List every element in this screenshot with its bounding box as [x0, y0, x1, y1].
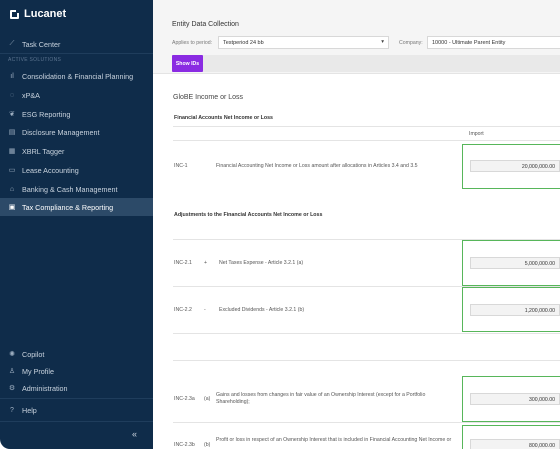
row-description: Net Taxes Expense - Article 3.2.1 (a): [219, 260, 304, 266]
row-description: Gains and losses from changes in fair va…: [216, 392, 426, 405]
sidebar-item-disclosure[interactable]: ▤ Disclosure Management: [0, 123, 153, 141]
amount-input[interactable]: 1,200,000.00: [470, 304, 560, 316]
bar-chart-icon: ıl: [10, 72, 14, 80]
circle-icon: ◌: [9, 91, 15, 99]
sidebar-item-label: My Profile: [22, 366, 54, 376]
sidebar-divider: [0, 53, 153, 54]
section-title: GloBE Income or Loss: [173, 94, 244, 101]
row-code: INC-2.3a: [174, 396, 195, 402]
sidebar-item-xbrl[interactable]: ▦ XBRL Tagger: [0, 142, 153, 160]
divider: [173, 140, 560, 141]
show-ids-button[interactable]: Show IDs: [172, 55, 203, 72]
divider: [173, 422, 560, 423]
row-description: Profit or loss in respect of an Ownershi…: [216, 437, 452, 443]
collapse-sidebar-button[interactable]: «: [132, 429, 137, 439]
document-icon: ▤: [8, 129, 16, 136]
sidebar-item-label: ESG Reporting: [22, 109, 71, 119]
grid-icon: ▦: [8, 148, 16, 155]
lucanet-logo-icon: [10, 9, 19, 19]
company-select[interactable]: 10000 - Ultimate Parent Entity: [427, 36, 560, 49]
tax-icon: ▣: [8, 204, 16, 211]
divider: [173, 360, 560, 361]
filter-header: Entity Data Collection Applies to period…: [153, 0, 560, 74]
row-code: INC-1: [174, 163, 188, 169]
sidebar-item-label: XBRL Tagger: [22, 146, 65, 156]
amount-input[interactable]: 5,000,000.00: [470, 257, 560, 269]
divider: [173, 126, 560, 127]
app-name: Lucanet: [24, 8, 67, 20]
user-icon: ♙: [8, 368, 16, 375]
sparkle-icon: ✺: [9, 351, 15, 358]
import-column-header: Import: [469, 131, 484, 137]
sidebar-divider: [0, 398, 153, 399]
sidebar-item-tax[interactable]: ▣ Tax Compliance & Reporting: [0, 198, 153, 216]
app-logo[interactable]: Lucanet: [10, 8, 66, 20]
divider: [173, 333, 560, 334]
row-code: INC-2.2: [174, 307, 192, 313]
sidebar-item-banking[interactable]: ⌂ Banking & Cash Management: [0, 180, 153, 198]
sidebar-item-label: Consolidation & Financial Planning: [22, 71, 134, 81]
sidebar: Lucanet ⟋ Task Center ACTIVE SOLUTIONS ı…: [0, 0, 153, 449]
sidebar-item-label: Banking & Cash Management: [22, 184, 118, 194]
company-value: 10000 - Ultimate Parent Entity: [432, 40, 506, 46]
sidebar-item-label: Task Center: [22, 39, 61, 49]
amount-input[interactable]: 20,000,000.00: [470, 160, 560, 172]
gear-icon: ⚙: [8, 385, 16, 392]
row-description: Excluded Dividends - Article 3.2.1 (b): [219, 307, 305, 313]
sidebar-item-esg[interactable]: ❦ ESG Reporting: [0, 105, 153, 123]
chevron-down-icon: ▾: [381, 39, 384, 45]
amount-input[interactable]: 800,000.00: [470, 439, 560, 449]
group-title: Adjustments to the Financial Accounts Ne…: [174, 212, 323, 218]
bank-icon: ⌂: [9, 185, 15, 193]
row-sign: +: [204, 260, 208, 266]
chart-line-icon: ⟋: [9, 40, 15, 47]
sidebar-item-task-center[interactable]: ⟋ Task Center: [0, 35, 153, 53]
sidebar-item-profile[interactable]: ♙ My Profile: [0, 362, 153, 380]
leaf-icon: ❦: [9, 111, 15, 118]
amount-input[interactable]: 300,000.00: [470, 393, 560, 405]
row-sign: (a): [204, 396, 211, 402]
sidebar-item-label: Disclosure Management: [22, 127, 100, 137]
row-code: INC-2.1: [174, 260, 192, 266]
row-sign: -: [204, 307, 206, 313]
sidebar-item-help[interactable]: ? Help: [0, 401, 153, 419]
sidebar-section-label: ACTIVE SOLUTIONS: [8, 57, 62, 63]
sidebar-item-copilot[interactable]: ✺ Copilot: [0, 345, 153, 363]
sidebar-item-label: Lease Accounting: [22, 165, 79, 175]
sidebar-item-consolidation[interactable]: ıl Consolidation & Financial Planning: [0, 67, 153, 85]
sidebar-item-label: Copilot: [22, 349, 45, 359]
sidebar-item-administration[interactable]: ⚙ Administration: [0, 379, 153, 397]
sidebar-item-xpa[interactable]: ◌ xP&A: [0, 86, 153, 104]
sidebar-item-label: xP&A: [22, 90, 40, 100]
sidebar-divider: [0, 421, 153, 422]
sidebar-item-lease[interactable]: ▭ Lease Accounting: [0, 161, 153, 179]
action-bar: [172, 55, 560, 72]
period-select[interactable]: Testperiod 24 bb ▾: [218, 36, 389, 49]
company-label: Company:: [399, 40, 423, 46]
page-title: Entity Data Collection: [172, 21, 239, 28]
help-icon: ?: [10, 406, 14, 414]
row-description: Financial Accounting Net Income or Loss …: [216, 163, 418, 169]
file-icon: ▭: [8, 167, 16, 174]
row-sign: (b): [204, 442, 211, 448]
period-value: Testperiod 24 bb: [223, 40, 264, 46]
row-code: INC-2.3b: [174, 442, 195, 448]
sidebar-item-label: Administration: [22, 383, 68, 393]
group-title: Financial Accounts Net Income or Loss: [174, 115, 273, 121]
main-content: Entity Data Collection Applies to period…: [153, 0, 560, 449]
period-label: Applies to period:: [172, 40, 213, 46]
sidebar-item-label: Tax Compliance & Reporting: [22, 202, 114, 212]
sidebar-item-label: Help: [22, 405, 37, 415]
